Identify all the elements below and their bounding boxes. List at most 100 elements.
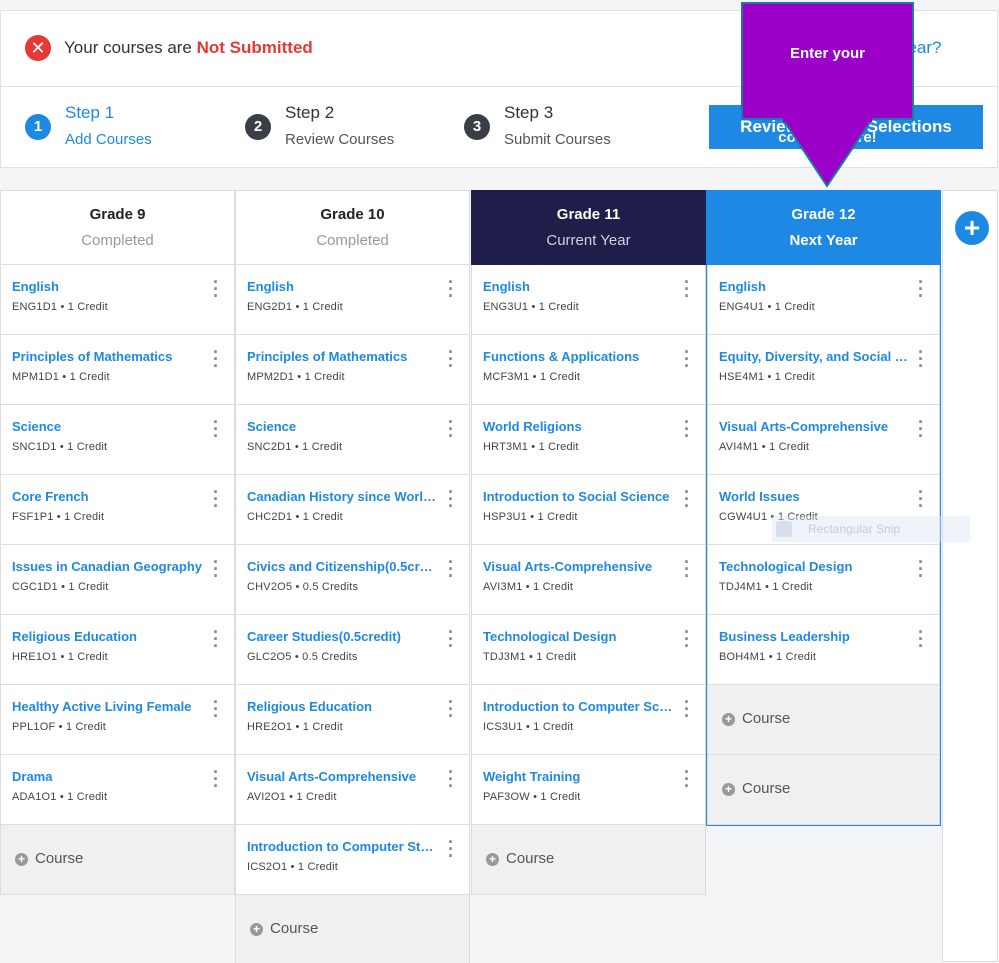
kebab-menu-icon[interactable]: · · · (683, 553, 691, 585)
kebab-menu-icon[interactable]: · · · (683, 273, 691, 305)
kebab-menu-icon[interactable]: · · · (447, 553, 455, 585)
kebab-menu-icon[interactable]: · · · (447, 833, 455, 865)
step-title: Step 1 (65, 103, 115, 122)
course-name-link[interactable]: Technological Design (719, 559, 909, 574)
course-name-link[interactable]: English (719, 279, 909, 294)
course-card: Equity, Diversity, and Social Justice HSE… (707, 335, 940, 405)
add-course-button[interactable]: + Course (471, 825, 706, 895)
status-not-submitted: Not Submitted (196, 38, 313, 57)
kebab-menu-icon[interactable]: · · · (212, 413, 220, 445)
course-card: Healthy Active Living Female PPL1OF • 1 C… (0, 685, 235, 755)
kebab-menu-icon[interactable]: · · · (212, 763, 220, 795)
course-card: Drama ADA1O1 • 1 Credit · · · (0, 755, 235, 825)
course-name-link[interactable]: Core French (12, 489, 202, 504)
grade-column-header[interactable]: Grade 12 Next Year (707, 190, 940, 265)
kebab-menu-icon[interactable]: · · · (447, 623, 455, 655)
kebab-menu-icon[interactable]: · · · (447, 343, 455, 375)
kebab-menu-icon[interactable]: · · · (683, 343, 691, 375)
kebab-menu-icon[interactable]: · · · (917, 343, 925, 375)
kebab-menu-icon[interactable]: · · · (447, 693, 455, 725)
course-name-link[interactable]: Technological Design (483, 629, 673, 644)
course-name-link[interactable]: Introduction to Computer Studies (247, 839, 437, 854)
kebab-menu-icon[interactable]: · · · (212, 693, 220, 725)
kebab-menu-icon[interactable]: · · · (917, 623, 925, 655)
step-title: Step 2 (285, 103, 335, 122)
course-card: Issues in Canadian Geography CGC1D1 • 1 C… (0, 545, 235, 615)
course-name-link[interactable]: English (483, 279, 673, 294)
course-name-link[interactable]: Religious Education (12, 629, 202, 644)
course-name-link[interactable]: Weight Training (483, 769, 673, 784)
kebab-menu-icon[interactable]: · · · (683, 623, 691, 655)
grade-column-header[interactable]: Grade 9 Completed (0, 190, 235, 265)
course-name-link[interactable]: World Issues (719, 489, 909, 504)
kebab-menu-icon[interactable]: · · · (917, 483, 925, 515)
course-name-link[interactable]: English (12, 279, 202, 294)
course-name-link[interactable]: Functions & Applications (483, 349, 673, 364)
course-code-credit: MPM2D1 • 1 Credit (247, 371, 345, 383)
course-name-link[interactable]: Issues in Canadian Geography (12, 559, 202, 574)
grade-column-9: Grade 9 Completed English ENG1D1 • 1 Credit… (0, 190, 235, 895)
grade-column-header[interactable]: Grade 10 Completed (235, 190, 470, 265)
course-name-link[interactable]: Drama (12, 769, 202, 784)
step-number-icon: 1 (25, 114, 51, 140)
step-title: Step 3 (504, 103, 554, 122)
course-name-link[interactable]: Career Studies(0.5credit) (247, 629, 437, 644)
add-course-label: Course (742, 710, 791, 727)
course-name-link[interactable]: Visual Arts-Comprehensive (719, 419, 909, 434)
kebab-menu-icon[interactable]: · · · (447, 483, 455, 515)
add-course-button[interactable]: + Course (707, 685, 940, 755)
add-year-plus-icon[interactable]: + (955, 211, 989, 245)
kebab-menu-icon[interactable]: · · · (447, 413, 455, 445)
kebab-menu-icon[interactable]: · · · (683, 763, 691, 795)
course-name-link[interactable]: Principles of Mathematics (247, 349, 437, 364)
rectangular-snip-ghost: Rectangular Snip (772, 516, 970, 542)
course-name-link[interactable]: Business Leadership (719, 629, 909, 644)
course-name-link[interactable]: Healthy Active Living Female (12, 699, 202, 714)
kebab-menu-icon[interactable]: · · · (212, 553, 220, 585)
course-name-link[interactable]: Visual Arts-Comprehensive (483, 559, 673, 574)
course-code-credit: AVI2O1 • 1 Credit (247, 791, 337, 803)
course-code-credit: CGC1D1 • 1 Credit (12, 581, 109, 593)
kebab-menu-icon[interactable]: · · · (212, 273, 220, 305)
plus-circle-icon: + (722, 783, 735, 796)
kebab-menu-icon[interactable]: · · · (917, 413, 925, 445)
grade-status: Next Year (789, 232, 858, 249)
course-name-link[interactable]: Visual Arts-Comprehensive (247, 769, 437, 784)
course-name-link[interactable]: Introduction to Computer Science (483, 699, 673, 714)
snip-icon (776, 521, 792, 537)
course-name-link[interactable]: English (247, 279, 437, 294)
course-name-link[interactable]: Principles of Mathematics (12, 349, 202, 364)
kebab-menu-icon[interactable]: · · · (447, 763, 455, 795)
step-subtitle: Submit Courses (504, 131, 611, 148)
kebab-menu-icon[interactable]: · · · (212, 623, 220, 655)
course-code-credit: HRT3M1 • 1 Credit (483, 441, 579, 453)
add-course-button[interactable]: + Course (235, 895, 470, 963)
course-code-credit: ENG2D1 • 1 Credit (247, 301, 343, 313)
add-course-button[interactable]: + Course (0, 825, 235, 895)
course-card: Visual Arts-Comprehensive AVI2O1 • 1 Cred… (235, 755, 470, 825)
course-name-link[interactable]: Introduction to Social Science (483, 489, 673, 504)
step-number-icon: 2 (245, 114, 271, 140)
kebab-menu-icon[interactable]: · · · (683, 483, 691, 515)
course-name-link[interactable]: Equity, Diversity, and Social Justice (719, 349, 909, 364)
grade-column-11: Grade 11 Current Year English ENG3U1 • 1 Cr… (471, 190, 706, 895)
kebab-menu-icon[interactable]: · · · (683, 413, 691, 445)
kebab-menu-icon[interactable]: · · · (917, 273, 925, 305)
course-card: Introduction to Social Science HSP3U1 • 1… (471, 475, 706, 545)
course-name-link[interactable]: Canadian History since World War I (247, 489, 437, 504)
course-code-credit: HRE1O1 • 1 Credit (12, 651, 108, 663)
course-name-link[interactable]: Science (247, 419, 437, 434)
grade-title: Grade 9 (89, 206, 146, 223)
course-name-link[interactable]: Science (12, 419, 202, 434)
add-course-button[interactable]: + Course (707, 755, 940, 825)
kebab-menu-icon[interactable]: · · · (447, 273, 455, 305)
kebab-menu-icon[interactable]: · · · (683, 693, 691, 725)
course-name-link[interactable]: Civics and Citizenship(0.5credit) (247, 559, 437, 574)
course-name-link[interactable]: Religious Education (247, 699, 437, 714)
grade-column-header[interactable]: Grade 11 Current Year (471, 190, 706, 265)
kebab-menu-icon[interactable]: · · · (212, 483, 220, 515)
course-name-link[interactable]: World Religions (483, 419, 673, 434)
kebab-menu-icon[interactable]: · · · (212, 343, 220, 375)
course-card: World Religions HRT3M1 • 1 Credit · · · (471, 405, 706, 475)
kebab-menu-icon[interactable]: · · · (917, 553, 925, 585)
